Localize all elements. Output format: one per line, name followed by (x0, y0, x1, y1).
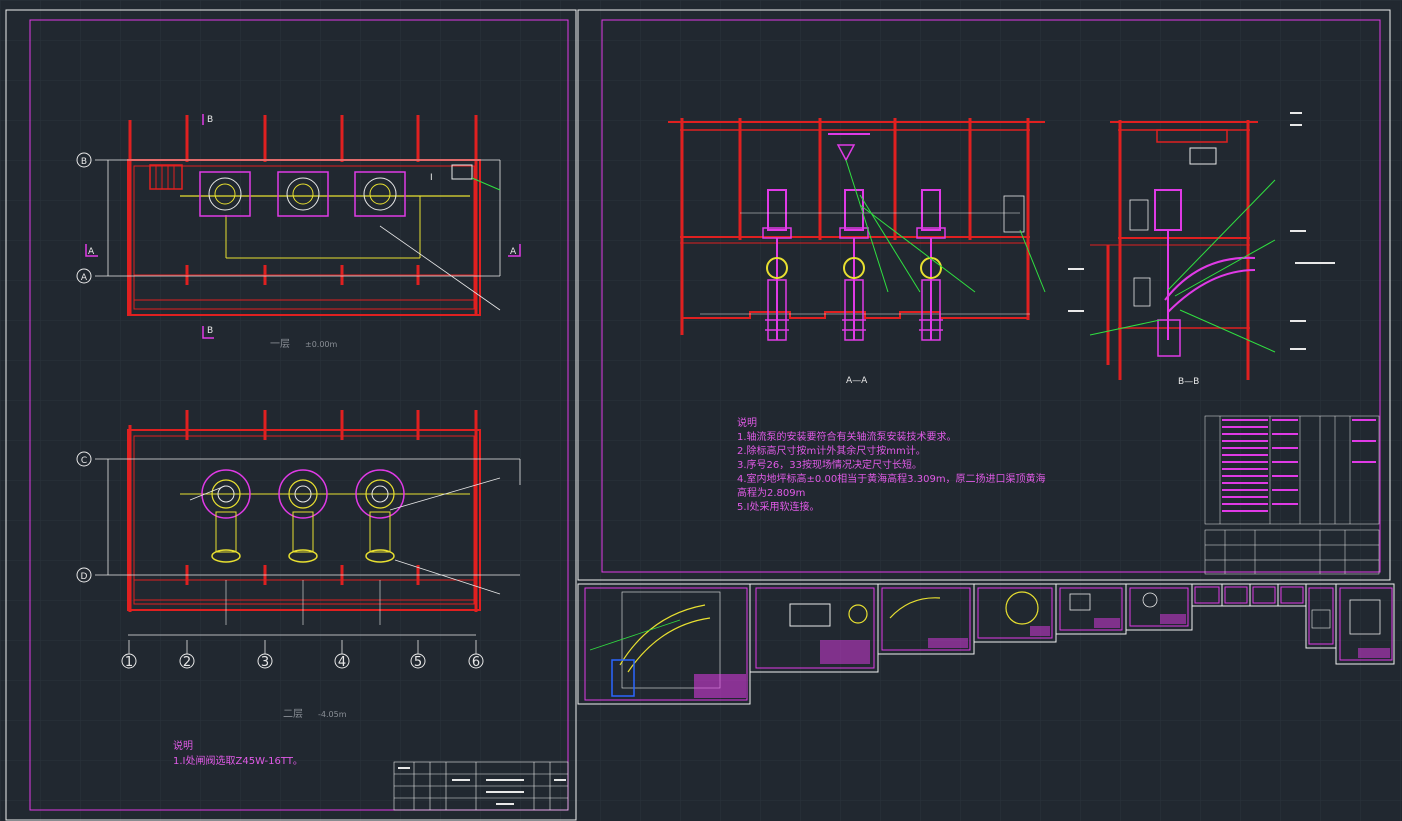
col-label-2: 2 (183, 655, 191, 670)
left-notes-line-1: 1.I处闸阀选取Z45W-16TT。 (173, 754, 303, 767)
section-mark-a-left: A (88, 247, 95, 257)
right-notes-line-4: 4.室内地坪标高±0.00相当于黄海高程3.309m，原二扬进口渠顶黄海 (737, 472, 1046, 485)
section-mark-b-top: B (207, 115, 213, 125)
section-mark-b-bottom: B (207, 326, 213, 336)
axis-label-b: B (81, 157, 87, 167)
section-mark-a-right: A (510, 247, 517, 257)
col-label-5: 5 (414, 655, 422, 670)
plan-1-title: 一层 (270, 338, 290, 350)
cad-drawing-canvas[interactable]: B A B B A A I 一层 ±0.00m C D 1 2 3 4 5 6 … (0, 0, 1402, 821)
col-label-3: 3 (261, 655, 269, 670)
axis-label-c: C (81, 456, 87, 466)
col-label-6: 6 (472, 655, 480, 670)
left-notes-heading: 说明 (173, 739, 193, 752)
axis-label-a: A (81, 273, 88, 283)
plan-1-elevation: ±0.00m (305, 340, 338, 349)
plan-2-elevation: -4.05m (318, 710, 347, 719)
right-notes-line-2: 2.除标高尺寸按m计外其余尺寸按mm计。 (737, 444, 926, 457)
right-notes-line-5: 高程为2.809m (737, 486, 805, 499)
plan-2-title: 二层 (283, 708, 303, 720)
cut-label-i: I (430, 173, 433, 183)
right-notes-heading: 说明 (737, 416, 757, 429)
section-aa-title: A—A (846, 376, 868, 386)
right-notes-line-6: 5.I处采用软连接。 (737, 500, 820, 513)
col-label-4: 4 (338, 655, 346, 670)
right-notes-line-3: 3.序号26，33按现场情况决定尺寸长短。 (737, 458, 922, 471)
col-label-1: 1 (125, 655, 133, 670)
axis-label-d: D (81, 572, 88, 582)
right-notes-line-1: 1.轴流泵的安装要符合有关轴流泵安装技术要求。 (737, 430, 957, 443)
section-bb-title: B—B (1178, 377, 1199, 387)
